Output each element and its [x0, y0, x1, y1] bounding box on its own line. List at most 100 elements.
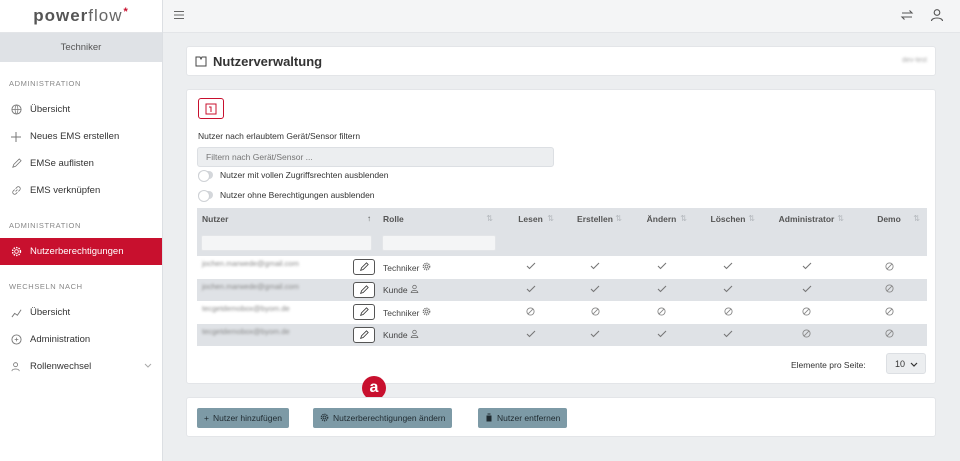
toggle-switch[interactable] — [198, 190, 213, 202]
hide-full-access-toggle[interactable]: Nutzer mit vollen Zugriffsrechten ausble… — [198, 170, 389, 182]
permission-cell — [694, 278, 762, 301]
page-header: Nutzerverwaltung dev-test — [186, 46, 936, 76]
sort-up-icon: ↑ — [367, 214, 371, 223]
permission-cell — [500, 301, 561, 324]
permission-cell — [851, 323, 927, 346]
user-role-cell: Techniker — [378, 256, 500, 279]
not-allowed-icon — [802, 329, 811, 340]
plus-icon — [10, 131, 22, 143]
filter-toggle-button[interactable] — [198, 98, 224, 119]
check-icon — [590, 262, 600, 272]
user-email-cell: jochen.marwede@gmail.com — [197, 278, 378, 301]
sort-icon: ⇅ — [680, 214, 687, 223]
link-icon — [10, 185, 22, 197]
sort-icon: ⇅ — [615, 214, 622, 223]
column-header-read[interactable]: Lesen ⇅ — [500, 208, 561, 230]
sidebar: powerflow* Techniker ADMINISTRATION Über… — [0, 0, 163, 461]
column-header-user[interactable]: Nutzer ↑ — [197, 208, 378, 230]
column-header-delete[interactable]: Löschen ⇅ — [694, 208, 762, 230]
edit-user-button[interactable] — [353, 326, 375, 343]
permission-cell — [561, 323, 629, 346]
check-icon — [657, 285, 667, 295]
toggle-switch[interactable] — [198, 170, 213, 182]
column-header-change[interactable]: Ändern ⇅ — [629, 208, 694, 230]
logo[interactable]: powerflow* — [0, 0, 162, 33]
user-role-cell: Techniker — [378, 301, 500, 324]
sort-icon: ⇅ — [486, 214, 493, 223]
gear-icon — [422, 307, 431, 318]
permission-cell — [694, 256, 762, 279]
check-icon — [723, 330, 733, 340]
check-icon — [590, 330, 600, 340]
table-row: tecgetdemobox@byom.de Kunde — [197, 323, 927, 346]
column-header-admin[interactable]: Administrator ⇅ — [762, 208, 851, 230]
sidebar-item-link-ems[interactable]: EMS verknüpfen — [0, 177, 162, 204]
actions-panel: + Nutzer hinzufügen Nutzerberechtigungen … — [186, 397, 936, 437]
chevron-down-icon — [910, 360, 918, 370]
sort-icon: ⇅ — [748, 214, 755, 223]
sidebar-item-label: EMS verknüpfen — [30, 185, 101, 196]
sidebar-item-list-ems[interactable]: EMSe auflisten — [0, 150, 162, 177]
switch-arrows-icon[interactable] — [900, 8, 914, 25]
sidebar-item-label: Administration — [30, 334, 91, 345]
sidebar-item-label: Übersicht — [30, 104, 71, 115]
sidebar-item-label: EMSe auflisten — [30, 158, 94, 169]
change-permissions-button[interactable]: Nutzerberechtigungen ändern — [313, 408, 453, 428]
not-allowed-icon — [526, 307, 535, 318]
role-column-filter[interactable] — [382, 235, 496, 251]
items-per-page-select[interactable]: 10 — [886, 353, 926, 374]
permission-cell — [762, 278, 851, 301]
user-management-panel: Nutzer nach erlaubtem Gerät/Sensor filte… — [186, 89, 936, 384]
pencil-icon — [360, 262, 369, 272]
section-header-switch-to: WECHSELN NACH — [9, 281, 83, 291]
edit-user-button[interactable] — [353, 259, 375, 276]
permission-cell — [561, 256, 629, 279]
sidebar-item-user-permissions[interactable]: Nutzerberechtigungen — [0, 238, 162, 265]
pencil-icon — [360, 307, 369, 317]
sidebar-item-label: Nutzerberechtigungen — [30, 246, 124, 257]
column-header-create[interactable]: Erstellen ⇅ — [561, 208, 629, 230]
check-icon — [723, 262, 733, 272]
not-allowed-icon — [590, 307, 600, 318]
user-icon[interactable] — [930, 8, 944, 25]
permission-cell — [762, 301, 851, 324]
permission-cell — [629, 323, 694, 346]
user-email-cell: tecgetdemobox@byom.de — [197, 323, 378, 346]
user-icon — [410, 285, 419, 295]
gear-icon — [320, 413, 329, 424]
sidebar-item-role-switch[interactable]: Rollenwechsel — [0, 353, 162, 380]
edit-user-button[interactable] — [353, 281, 375, 298]
check-icon — [657, 262, 667, 272]
add-user-button[interactable]: + Nutzer hinzufügen — [197, 408, 289, 428]
not-allowed-icon — [884, 262, 894, 273]
sidebar-item-switch-administration[interactable]: Administration — [0, 326, 162, 353]
sort-icon: ⇅ — [913, 214, 920, 223]
permission-cell — [500, 278, 561, 301]
users-table: Nutzer ↑ Rolle ⇅ Lesen ⇅ Erstellen ⇅ Ändern ⇅… — [197, 208, 927, 346]
edit-user-button[interactable] — [353, 304, 375, 321]
sidebar-item-overview[interactable]: Übersicht — [0, 96, 162, 123]
permission-cell — [629, 301, 694, 324]
check-icon — [802, 262, 812, 272]
permission-cell — [629, 278, 694, 301]
sidebar-item-new-ems[interactable]: Neues EMS erstellen — [0, 123, 162, 150]
globe-icon — [10, 104, 22, 116]
check-icon — [526, 330, 536, 340]
pencil-icon — [360, 329, 369, 339]
hide-no-permission-toggle[interactable]: Nutzer ohne Berechtigungen ausblenden — [198, 190, 375, 202]
column-header-role[interactable]: Rolle ⇅ — [378, 208, 500, 230]
column-header-demo[interactable]: Demo ⇅ — [851, 208, 927, 230]
users-icon — [10, 361, 22, 373]
topbar — [163, 0, 960, 33]
remove-user-button[interactable]: Nutzer entfernen — [478, 408, 568, 428]
permission-cell — [851, 278, 927, 301]
user-column-filter[interactable] — [201, 235, 372, 251]
filter-icon — [205, 103, 217, 114]
plus-icon: + — [204, 413, 209, 423]
device-filter-input[interactable] — [197, 147, 554, 167]
pencil-icon — [360, 284, 369, 294]
hamburger-menu-icon[interactable] — [173, 9, 187, 23]
chevron-down-icon — [144, 361, 152, 372]
sidebar-item-switch-overview[interactable]: Übersicht — [0, 299, 162, 326]
not-allowed-icon — [657, 307, 666, 318]
